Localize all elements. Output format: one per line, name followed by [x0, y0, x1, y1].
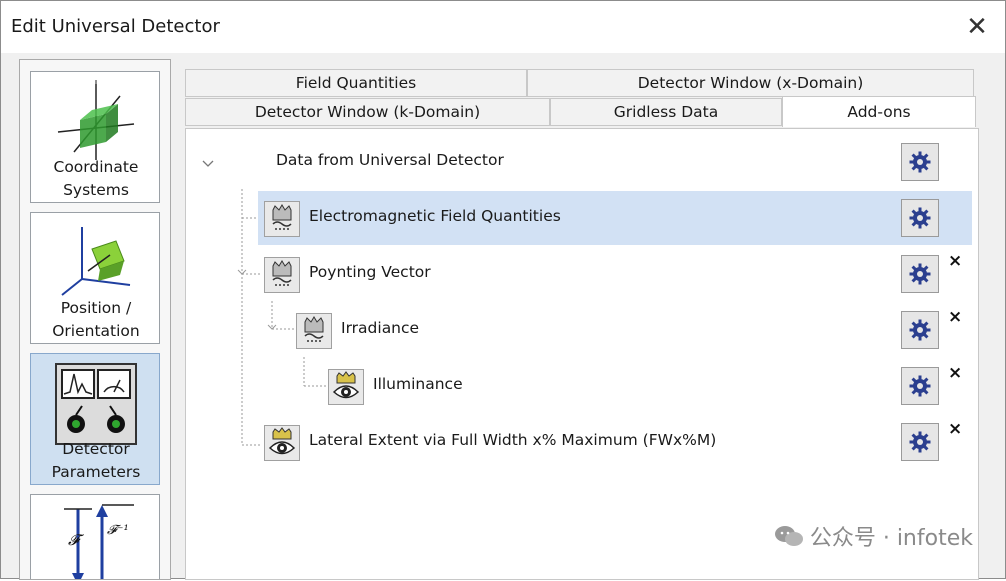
tree-node-illuminance[interactable]: Illuminance ×	[258, 359, 972, 413]
watermark-text: 公众号 · infotek	[809, 526, 973, 551]
poynting-vector-icon	[264, 257, 300, 293]
sidebar-item-label: Detector	[62, 440, 130, 458]
tree-node-electromagnetic-field-quantities[interactable]: Electromagnetic Field Quantities	[258, 191, 972, 245]
wechat-logo-icon	[774, 526, 803, 546]
category-sidebar: Coordinate Systems Position / Orientatio…	[19, 59, 171, 580]
tree-node-label: Irradiance	[341, 319, 420, 337]
remove-button[interactable]: ×	[948, 307, 962, 327]
sidebar-item-label: Position /	[60, 299, 132, 317]
irradiance-icon	[296, 313, 332, 349]
dialog-window: Edit Universal Detector ✕ Coordinate Sys…	[0, 0, 1006, 580]
close-button[interactable]: ✕	[961, 11, 993, 43]
lateral-extent-eye-icon	[264, 425, 300, 461]
main-panel: Field Quantities Detector Window (x-Doma…	[185, 67, 979, 580]
gear-icon	[909, 375, 931, 397]
settings-button[interactable]	[901, 255, 939, 293]
inverse-fourier-glyph: 𝓕⁻¹	[107, 523, 129, 538]
remove-button[interactable]: ×	[948, 363, 962, 383]
remove-button[interactable]: ×	[948, 251, 962, 271]
gear-icon	[909, 263, 931, 285]
add-ons-panel: Data from Universal Detector Electromagn…	[185, 128, 979, 580]
gear-icon	[909, 319, 931, 341]
sidebar-item-label: Coordinate	[53, 158, 139, 176]
tree-node-label: Illuminance	[373, 375, 463, 393]
window-title: Edit Universal Detector	[11, 16, 220, 37]
sidebar-item-label: Systems	[63, 181, 129, 199]
sidebar-item-label: Parameters	[51, 463, 141, 481]
sidebar-item-detector-parameters[interactable]: Detector Parameters	[30, 353, 160, 485]
gear-icon	[909, 151, 931, 173]
tree-node-irradiance[interactable]: Irradiance ×	[258, 303, 972, 357]
settings-button[interactable]	[901, 311, 939, 349]
settings-button[interactable]	[901, 367, 939, 405]
tab-detector-window-k-domain[interactable]: Detector Window (k-Domain)	[185, 98, 550, 126]
title-bar: Edit Universal Detector ✕	[1, 1, 1005, 53]
field-quantities-icon	[264, 201, 300, 237]
sidebar-item-label: Orientation	[52, 322, 140, 340]
gear-icon	[909, 207, 931, 229]
settings-button[interactable]	[901, 199, 939, 237]
fourier-glyph: 𝓕	[68, 531, 80, 549]
illuminance-eye-icon	[328, 369, 364, 405]
detector-parameters-icon	[55, 363, 137, 445]
chevron-down-icon[interactable]	[200, 155, 216, 171]
sidebar-item-coordinate-systems[interactable]: Coordinate Systems	[30, 71, 160, 203]
tree-root-label: Data from Universal Detector	[276, 151, 504, 169]
sidebar-item-fourier-transform[interactable]: 𝓕 𝓕⁻¹	[30, 494, 160, 579]
tree-node-label: Lateral Extent via Full Width x% Maximum…	[309, 431, 717, 449]
settings-button[interactable]	[901, 423, 939, 461]
settings-button[interactable]	[901, 143, 939, 181]
tab-add-ons[interactable]: Add-ons	[782, 96, 976, 127]
position-orientation-icon	[61, 227, 131, 296]
gear-icon	[909, 431, 931, 453]
tab-detector-window-x-domain[interactable]: Detector Window (x-Domain)	[527, 69, 974, 97]
tab-gridless-data[interactable]: Gridless Data	[550, 98, 782, 126]
sidebar-item-position-orientation[interactable]: Position / Orientation	[30, 212, 160, 344]
tree-node-label: Poynting Vector	[309, 263, 431, 281]
tree-node-poynting-vector[interactable]: Poynting Vector ×	[258, 247, 972, 301]
tree-node-label: Electromagnetic Field Quantities	[309, 207, 561, 225]
tab-field-quantities[interactable]: Field Quantities	[185, 69, 527, 97]
tree-node-lateral-extent[interactable]: Lateral Extent via Full Width x% Maximum…	[258, 415, 972, 469]
tree-root-row[interactable]: Data from Universal Detector	[186, 135, 972, 189]
coordinate-systems-icon	[57, 80, 135, 160]
remove-button[interactable]: ×	[948, 419, 962, 439]
fourier-transform-icon	[64, 504, 134, 579]
watermark: 公众号 · infotek	[774, 520, 973, 552]
